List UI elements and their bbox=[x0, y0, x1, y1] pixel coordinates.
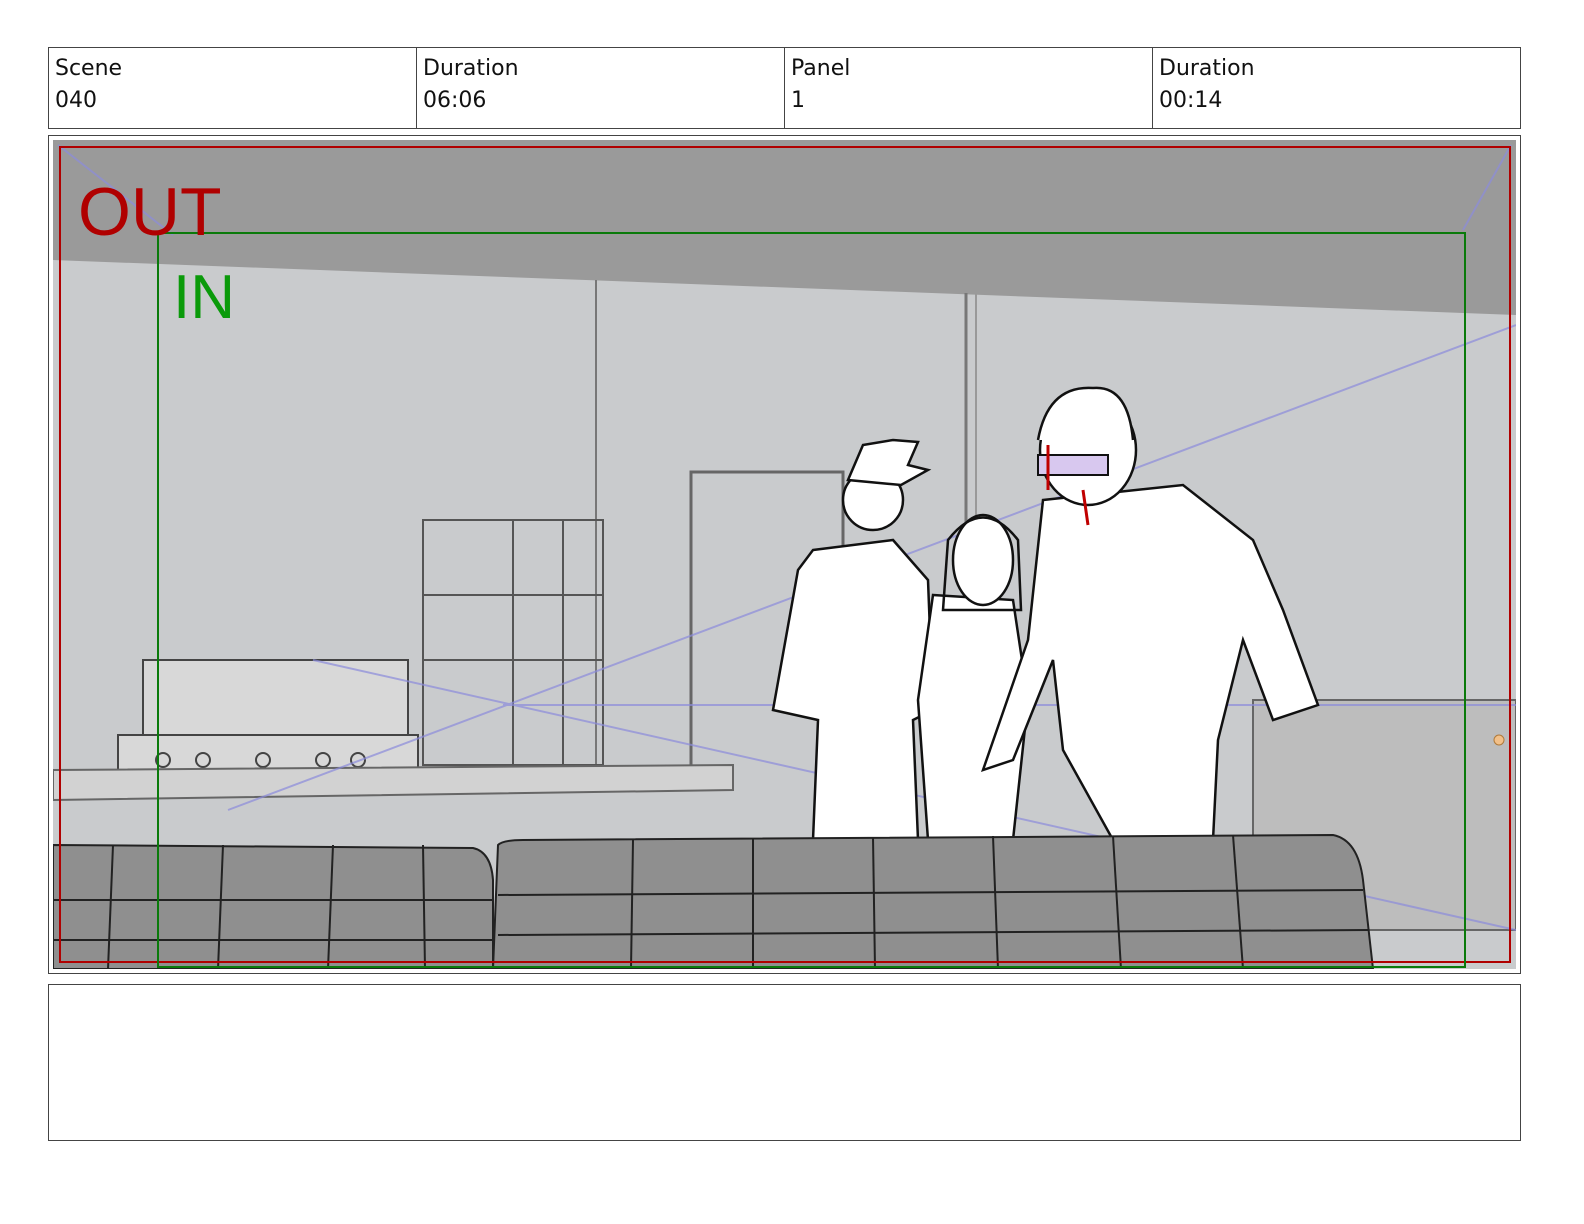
panel-label: Panel bbox=[791, 56, 851, 81]
kitchen-range bbox=[117, 659, 419, 771]
scene-duration-value[interactable]: 06:06 bbox=[423, 84, 778, 118]
panel-header: Scene 040 Duration 06:06 Panel 1 Duratio… bbox=[48, 47, 1521, 129]
in-label: IN bbox=[173, 263, 235, 332]
out-label: OUT bbox=[78, 174, 222, 250]
scene-duration-label: Duration bbox=[423, 56, 519, 81]
panel-duration-value[interactable]: 00:14 bbox=[1159, 84, 1514, 118]
sofa-foreground bbox=[53, 833, 1375, 969]
storyboard-drawing: OUT IN bbox=[53, 140, 1516, 969]
scene-duration-cell: Duration 06:06 bbox=[417, 48, 785, 128]
scene-label: Scene bbox=[55, 56, 123, 81]
notes-box[interactable] bbox=[48, 984, 1521, 1141]
panel-duration-label: Duration bbox=[1159, 56, 1255, 81]
panel-duration-cell: Duration 00:14 bbox=[1153, 48, 1520, 128]
scene-cell: Scene 040 bbox=[49, 48, 417, 128]
storyboard-panel[interactable]: OUT IN bbox=[48, 135, 1521, 974]
frame-marker[interactable] bbox=[1493, 734, 1505, 746]
scene-value[interactable]: 040 bbox=[55, 84, 410, 118]
panel-value[interactable]: 1 bbox=[791, 84, 1146, 118]
panel-cell: Panel 1 bbox=[785, 48, 1153, 128]
